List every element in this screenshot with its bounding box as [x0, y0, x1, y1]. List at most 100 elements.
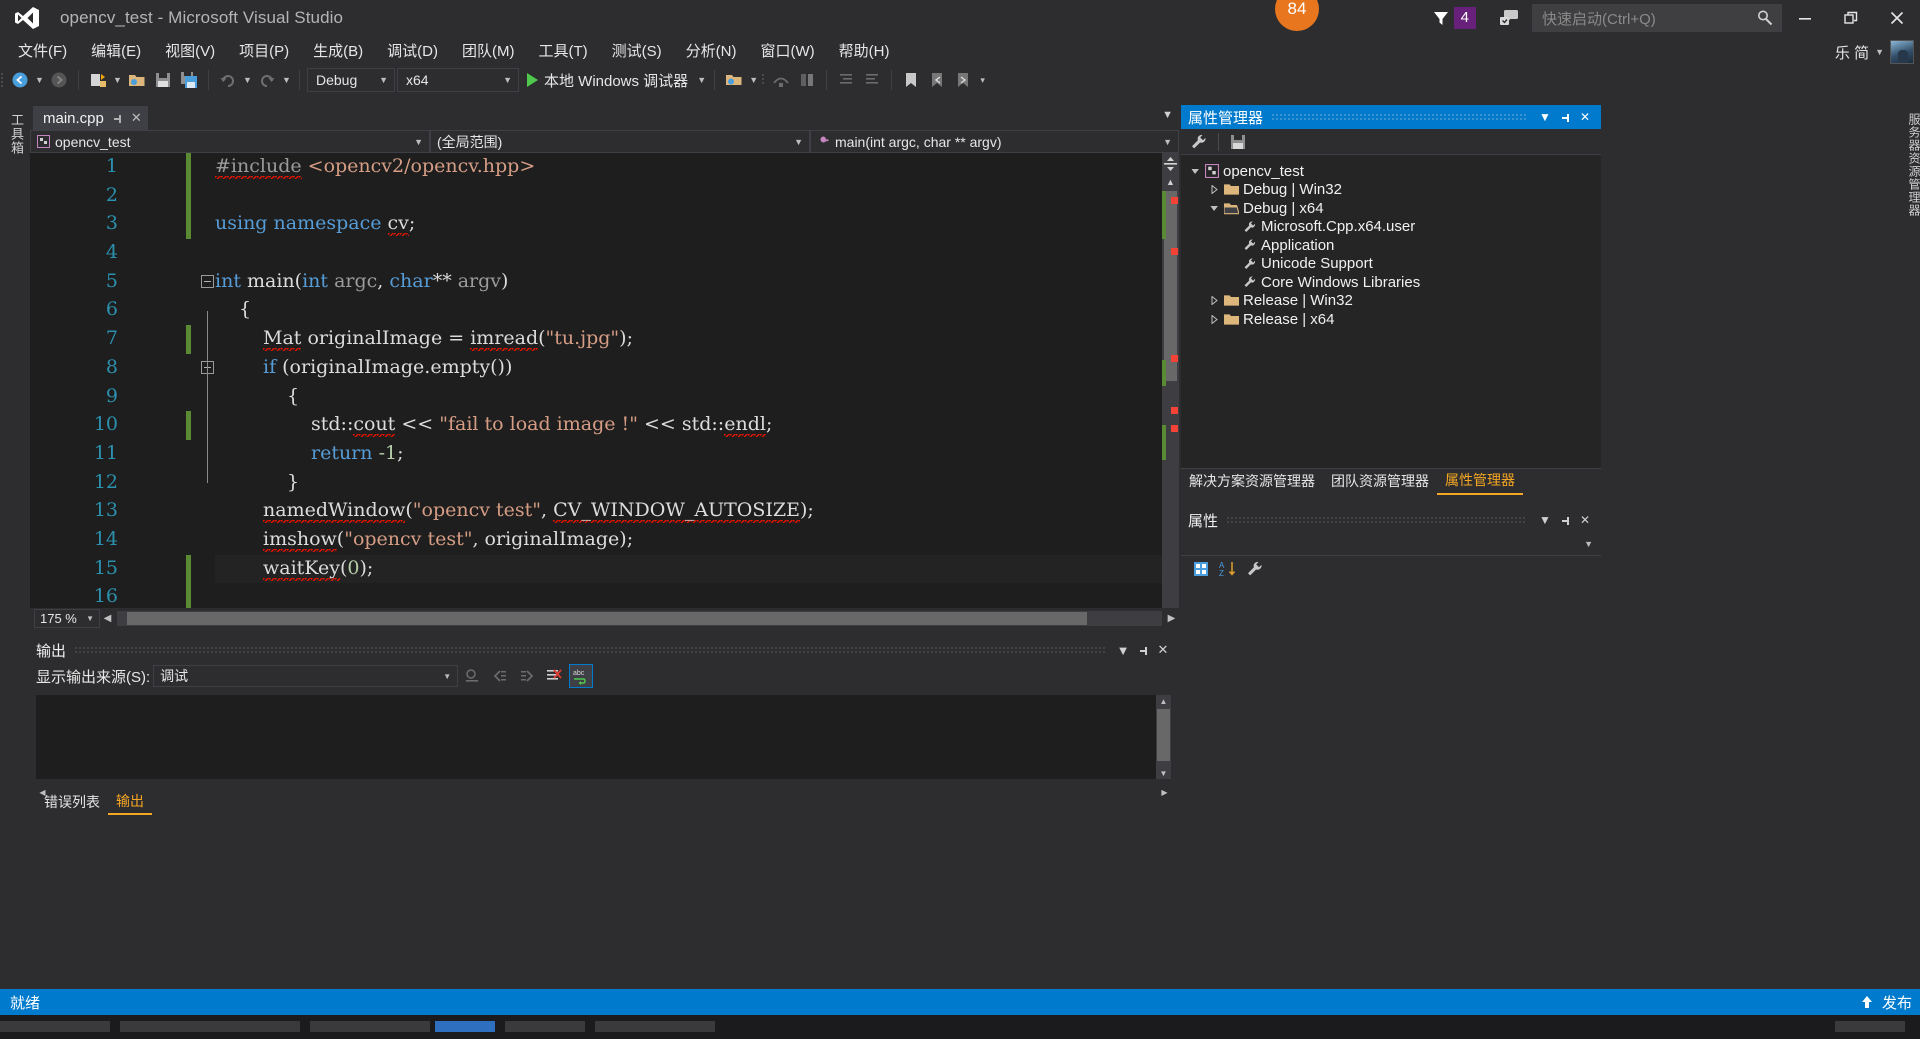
scroll-up-arrow[interactable]: ▲: [1162, 175, 1179, 189]
notifications-control[interactable]: 4: [1432, 7, 1476, 29]
document-tab-main-cpp[interactable]: main.cpp ✕: [33, 106, 148, 130]
wrench-properties-icon[interactable]: [1187, 131, 1211, 153]
close-icon[interactable]: ✕: [1153, 640, 1173, 660]
undo-icon[interactable]: [216, 68, 240, 92]
taskbar-item[interactable]: [120, 1021, 300, 1032]
close-icon[interactable]: ✕: [1575, 106, 1595, 128]
property-manager-tree[interactable]: opencv_testDebug | Win32Debug | x64Micro…: [1181, 155, 1601, 468]
tree-item[interactable]: Debug | x64: [1181, 199, 1601, 218]
code-text[interactable]: Mat originalImage = imread("tu.jpg");: [263, 327, 633, 349]
solution-configuration-combo[interactable]: Debug ▼: [307, 68, 395, 92]
chevron-down-icon[interactable]: ▼: [1875, 47, 1884, 57]
start-debugging-button[interactable]: 本地 Windows 调试器: [521, 70, 694, 91]
fold-toggle-icon[interactable]: −: [201, 275, 214, 288]
find-message-icon[interactable]: [461, 664, 485, 688]
properties-object-combo[interactable]: ▼: [1181, 532, 1601, 556]
chevron-down-icon[interactable]: ▼: [1162, 109, 1173, 121]
output-source-combo[interactable]: 调试 ▼: [153, 665, 458, 687]
quick-launch-search[interactable]: 快速启动(Ctrl+Q): [1532, 4, 1782, 32]
go-to-next-icon[interactable]: [515, 664, 539, 688]
chevron-down-icon[interactable]: ▼: [1535, 509, 1555, 531]
menu-team[interactable]: 团队(M): [452, 37, 525, 64]
save-icon[interactable]: [1226, 131, 1250, 153]
chevron-down-icon[interactable]: ▼: [86, 614, 94, 623]
panel-drag-dots[interactable]: [74, 646, 1105, 655]
scroll-right-arrow[interactable]: ▶: [1164, 611, 1179, 626]
taskbar-item[interactable]: [0, 1021, 110, 1032]
code-line[interactable]: 6{: [30, 296, 1179, 325]
chevron-down-icon[interactable]: ▼: [794, 137, 803, 147]
menu-edit[interactable]: 编辑(E): [81, 37, 151, 64]
categorized-view-icon[interactable]: [1189, 558, 1213, 580]
redo-icon[interactable]: [255, 68, 279, 92]
code-text[interactable]: waitKey(0);: [263, 557, 373, 579]
tab-solution-explorer[interactable]: 解决方案资源管理器: [1181, 468, 1323, 494]
chevron-down-icon[interactable]: ▼: [1535, 106, 1555, 128]
code-editor[interactable]: 1#include <opencv2/opencv.hpp>23using na…: [30, 153, 1179, 608]
tab-property-manager[interactable]: 属性管理器: [1437, 467, 1523, 495]
scroll-down-arrow[interactable]: ▼: [1156, 767, 1171, 779]
clear-all-icon[interactable]: [542, 664, 566, 688]
scroll-left-arrow[interactable]: ◀: [100, 611, 115, 626]
toggle-word-wrap-icon[interactable]: abc: [569, 664, 593, 688]
search-icon[interactable]: [1756, 9, 1774, 27]
navigate-forward-icon[interactable]: [47, 68, 71, 92]
minimize-button[interactable]: [1782, 0, 1828, 36]
menu-test[interactable]: 测试(S): [602, 37, 672, 64]
error-marker[interactable]: [1171, 425, 1178, 432]
code-text[interactable]: return -1;: [311, 442, 404, 464]
properties-page-icon[interactable]: [1243, 558, 1267, 580]
chevron-down-icon[interactable]: ▼: [503, 75, 512, 85]
chevron-down-icon[interactable]: ▼: [1113, 640, 1133, 660]
taskbar-item[interactable]: [1835, 1021, 1905, 1032]
close-icon[interactable]: ✕: [1575, 509, 1595, 531]
redo-dropdown[interactable]: ▼: [281, 69, 292, 91]
chevron-down-icon[interactable]: ▼: [1163, 137, 1172, 147]
tree-item[interactable]: Microsoft.Cpp.x64.user: [1181, 218, 1601, 237]
menu-project[interactable]: 项目(P): [229, 37, 299, 64]
chevron-down-icon[interactable]: ▼: [379, 75, 388, 85]
output-scroll-thumb[interactable]: [1157, 709, 1170, 761]
tree-item[interactable]: Core Windows Libraries: [1181, 273, 1601, 292]
code-line[interactable]: 12}: [30, 469, 1179, 498]
funnel-filter-icon[interactable]: [1432, 9, 1450, 27]
close-button[interactable]: [1874, 0, 1920, 36]
feedback-icon[interactable]: [1494, 3, 1524, 33]
new-project-icon[interactable]: [86, 68, 110, 92]
editor-hscroll-thumb[interactable]: [127, 612, 1087, 625]
notification-count-badge[interactable]: 4: [1454, 7, 1476, 29]
taskbar-item[interactable]: [595, 1021, 715, 1032]
bookmark-icon[interactable]: [899, 68, 923, 92]
panel-drag-dots[interactable]: [1226, 516, 1527, 525]
save-icon[interactable]: [151, 68, 175, 92]
code-line[interactable]: 11return -1;: [30, 440, 1179, 469]
menu-view[interactable]: 视图(V): [155, 37, 225, 64]
code-text[interactable]: if (originalImage.empty()): [263, 356, 512, 378]
step-over-icon[interactable]: [769, 68, 793, 92]
code-text[interactable]: imshow("opencv test", originalImage);: [263, 528, 633, 550]
attach-process-dropdown[interactable]: ▼: [748, 69, 759, 91]
publish-label[interactable]: 发布: [1882, 992, 1912, 1013]
taskbar-item[interactable]: [310, 1021, 430, 1032]
attach-process-icon[interactable]: [722, 68, 746, 92]
solution-platform-combo[interactable]: x64 ▼: [397, 68, 519, 92]
toolbar-grip[interactable]: [0, 70, 6, 90]
scroll-right-arrow[interactable]: ▶: [1158, 785, 1171, 799]
sidebar-item-toolbox[interactable]: 工具箱: [7, 113, 26, 155]
navigate-back-dropdown[interactable]: ▼: [34, 69, 45, 91]
chevron-down-icon[interactable]: ▼: [414, 137, 423, 147]
save-all-icon[interactable]: [177, 68, 201, 92]
scroll-up-arrow[interactable]: ▲: [1156, 695, 1171, 707]
code-text[interactable]: namedWindow("opencv test", CV_WINDOW_AUT…: [263, 499, 814, 521]
toolbar-overflow-icon[interactable]: ▾: [977, 69, 988, 91]
publish-up-arrow-icon[interactable]: [1860, 995, 1874, 1009]
code-text[interactable]: {: [239, 298, 251, 320]
code-line[interactable]: 10std::cout << "fail to load image !" <<…: [30, 411, 1179, 440]
toolbar-grip[interactable]: [761, 70, 767, 90]
pin-icon[interactable]: [1555, 106, 1575, 128]
code-text[interactable]: int main(int argc, char** argv): [215, 270, 508, 292]
taskbar-item-active[interactable]: [435, 1021, 495, 1032]
close-icon[interactable]: ✕: [131, 110, 142, 126]
split-view-icon[interactable]: [1162, 153, 1179, 175]
project-scope-combo[interactable]: opencv_test ▼: [30, 130, 430, 153]
